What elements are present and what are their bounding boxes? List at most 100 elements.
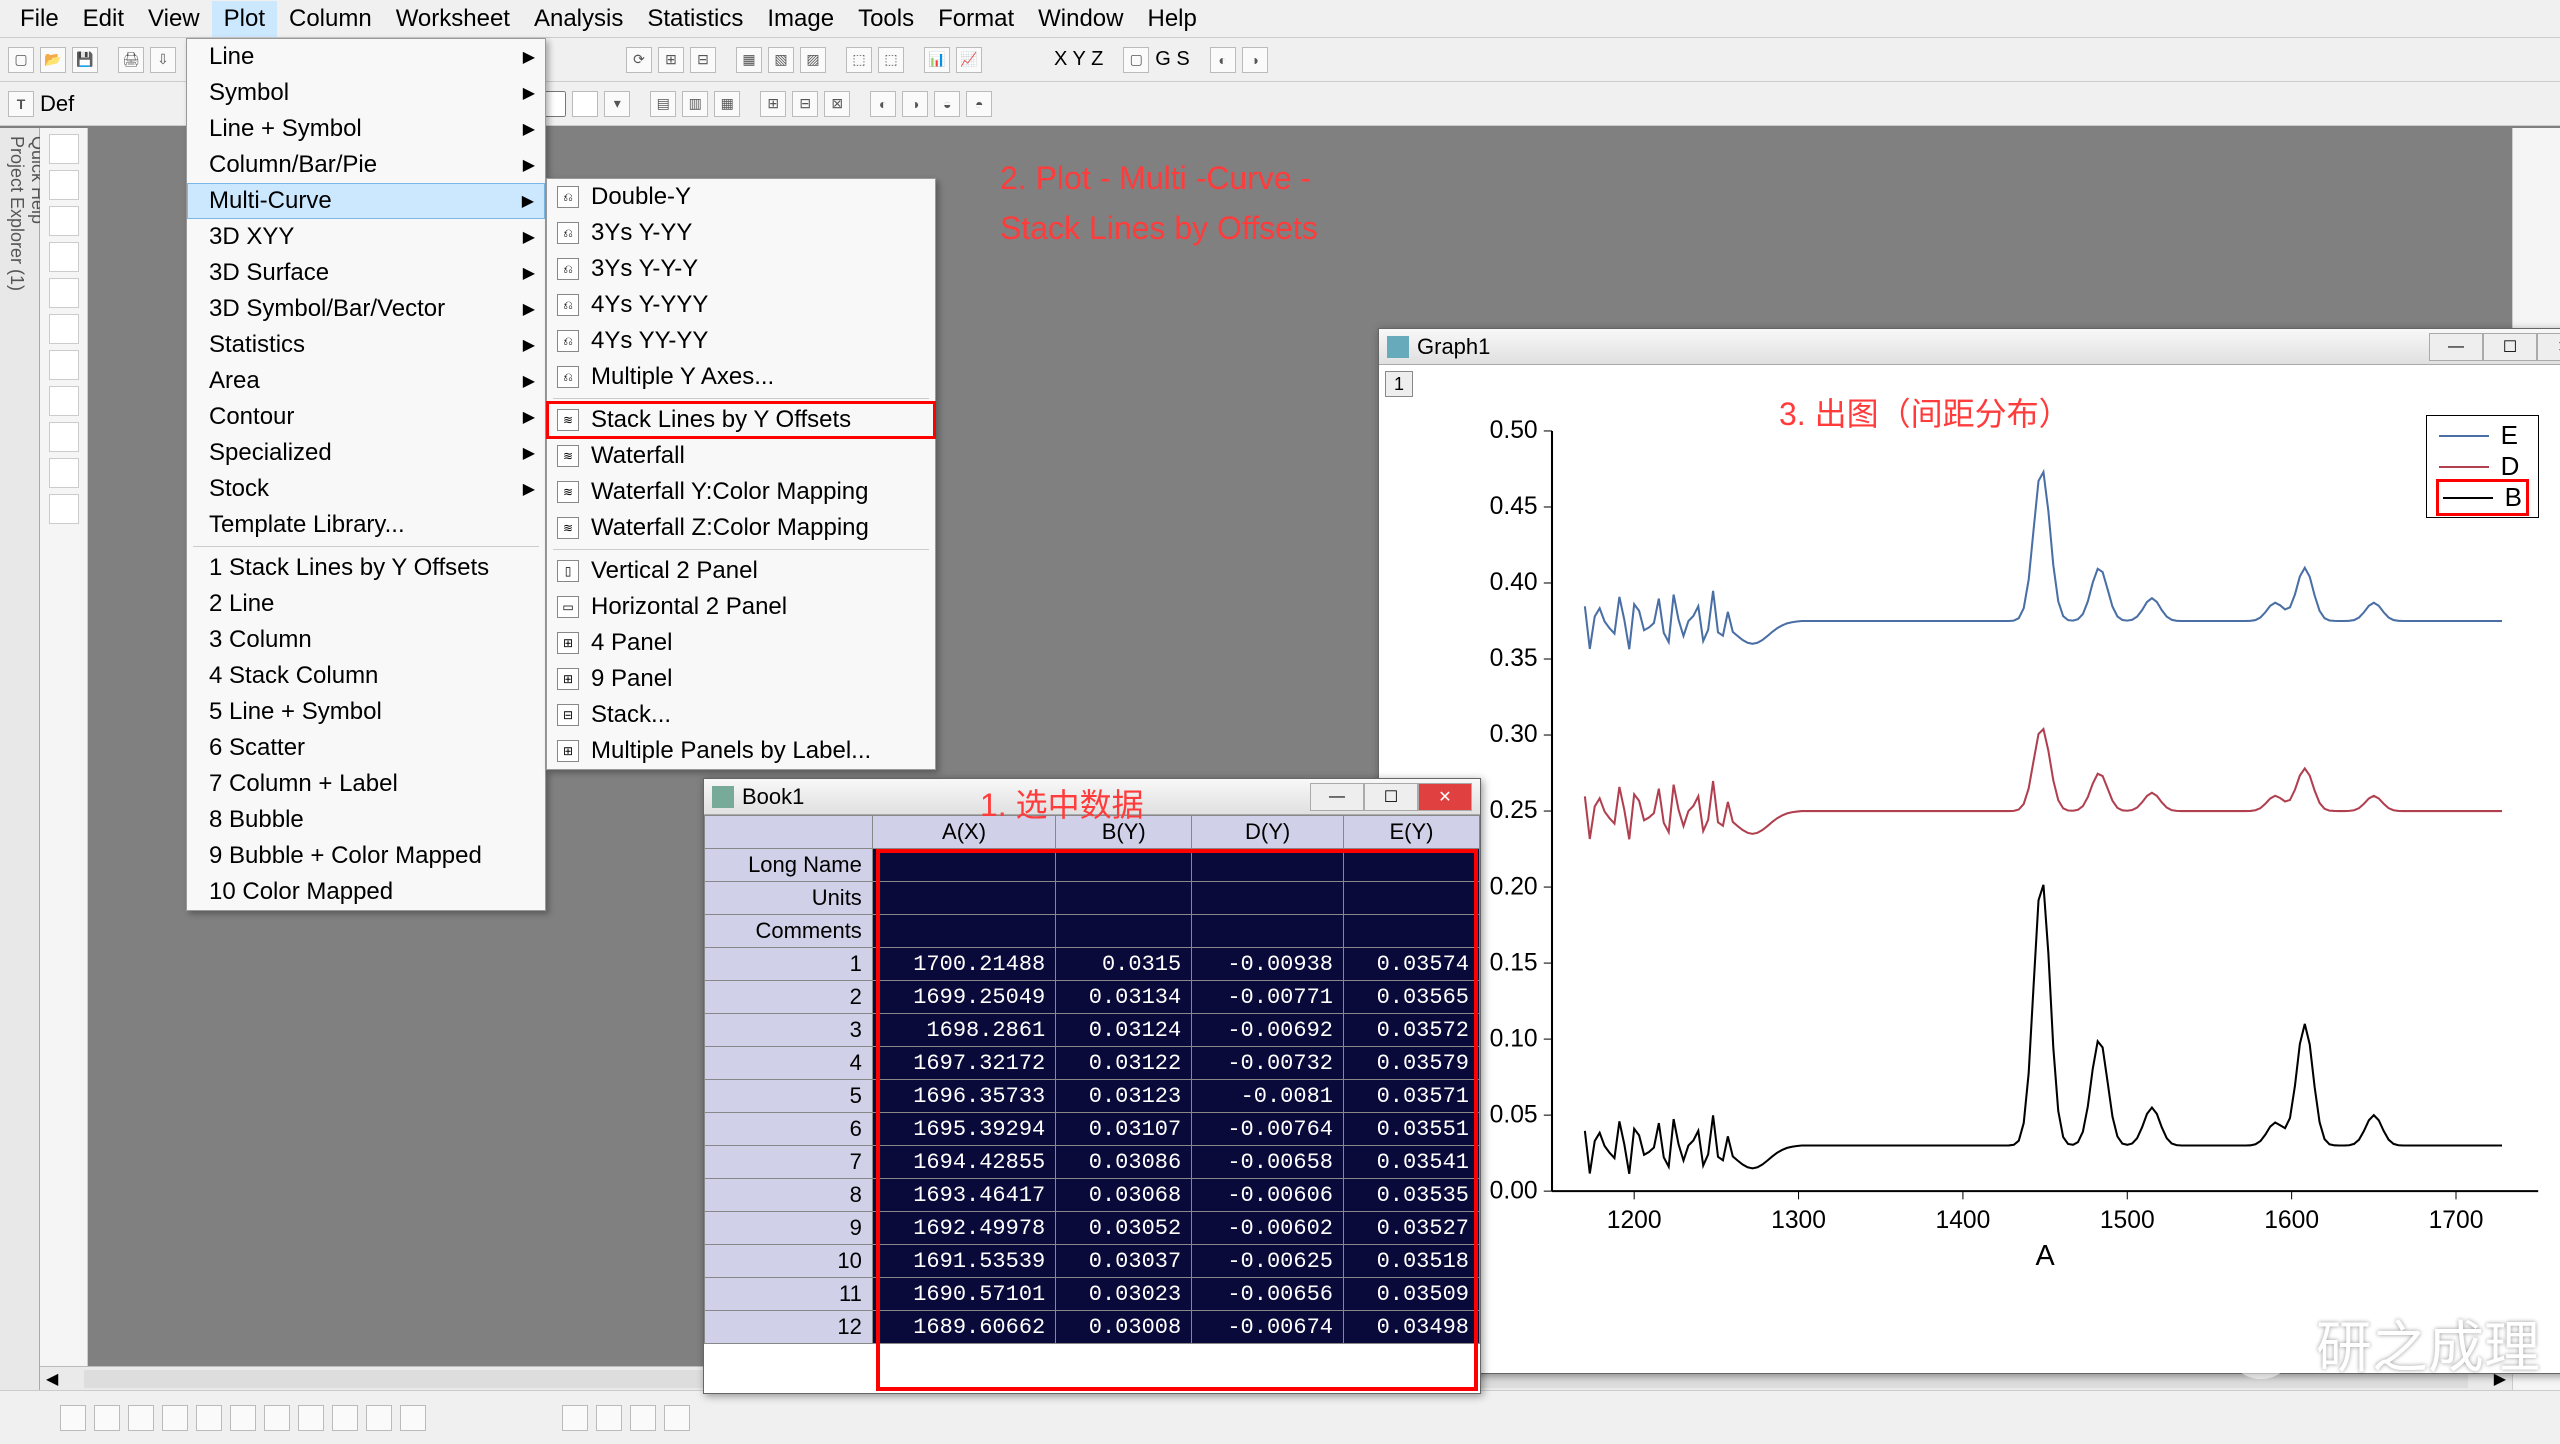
menu-column[interactable]: Column [277,1,384,37]
tool-icon[interactable]: ◑ [902,91,928,117]
minimize-button[interactable]: — [2429,333,2483,361]
cell[interactable] [872,849,1055,882]
menu-item[interactable]: Multi-Curve▶ [187,183,545,219]
row-header[interactable]: 5 [705,1080,873,1113]
cell[interactable]: 1697.32172 [872,1047,1055,1080]
row-header[interactable]: 10 [705,1245,873,1278]
reader-icon[interactable] [49,242,79,272]
menu-item[interactable]: Template Library... [187,507,545,543]
submenu-item[interactable]: ⎌4Ys YY-YY [547,323,935,359]
tool-icon[interactable]: 📈 [956,47,982,73]
cell[interactable]: 0.03107 [1056,1113,1192,1146]
menu-worksheet[interactable]: Worksheet [384,1,522,37]
layer-button[interactable]: 1 [1385,371,1413,397]
row-header[interactable]: 7 [705,1146,873,1179]
align-icon[interactable]: ▦ [714,91,740,117]
graph-window[interactable]: Graph1 — ☐ ✕ 1 3. 出图（间距分布） 0.000.050.100… [1378,328,2560,1374]
cell[interactable] [1343,849,1479,882]
cell[interactable]: 1699.25049 [872,981,1055,1014]
cell[interactable]: -0.00656 [1192,1278,1344,1311]
plot-menu[interactable]: Line▶Symbol▶Line + Symbol▶Column/Bar/Pie… [186,38,546,911]
cell[interactable] [1192,849,1344,882]
tool-icon[interactable] [49,494,79,524]
tool-icon[interactable] [196,1405,222,1431]
menu-item[interactable]: Line▶ [187,39,545,75]
tool-icon[interactable] [664,1405,690,1431]
menu-edit[interactable]: Edit [71,1,136,37]
cell[interactable] [872,882,1055,915]
menu-item[interactable]: 7 Column + Label [187,766,545,802]
menu-analysis[interactable]: Analysis [522,1,635,37]
tool-icon[interactable]: ⊟ [690,47,716,73]
cell[interactable]: 0.03008 [1056,1311,1192,1344]
cell[interactable]: 1694.42855 [872,1146,1055,1179]
tool-icon[interactable] [298,1405,324,1431]
row-header[interactable]: 8 [705,1179,873,1212]
menu-help[interactable]: Help [1135,1,1208,37]
print-icon[interactable]: 🖨 [118,47,144,73]
menu-window[interactable]: Window [1026,1,1135,37]
submenu-item[interactable]: ⎌Multiple Y Axes... [547,359,935,395]
scroll-left-icon[interactable]: ◀ [40,1369,64,1389]
row-header[interactable]: 6 [705,1113,873,1146]
cell[interactable]: 1696.35733 [872,1080,1055,1113]
row-header[interactable]: 3 [705,1014,873,1047]
text-icon[interactable] [49,278,79,308]
tool-icon[interactable]: 📊 [924,47,950,73]
draw-icon[interactable] [49,314,79,344]
tool-icon[interactable] [596,1405,622,1431]
menu-item[interactable]: Contour▶ [187,399,545,435]
cell[interactable]: 0.03518 [1343,1245,1479,1278]
menu-item[interactable]: 9 Bubble + Color Mapped [187,838,545,874]
save-icon[interactable]: 💾 [72,47,98,73]
cell[interactable]: 1695.39294 [872,1113,1055,1146]
submenu-item[interactable]: ⊞Multiple Panels by Label... [547,733,935,769]
tool-icon[interactable]: ⟳ [626,47,652,73]
cell[interactable]: 0.03565 [1343,981,1479,1014]
cell[interactable]: 0.03541 [1343,1146,1479,1179]
pointer-icon[interactable] [49,134,79,164]
submenu-item[interactable]: ≋Waterfall [547,438,935,474]
cell[interactable]: -0.00606 [1192,1179,1344,1212]
tool-icon[interactable]: ▧ [768,47,794,73]
graph-titlebar[interactable]: Graph1 — ☐ ✕ [1379,329,2560,365]
menu-item[interactable]: 3D Symbol/Bar/Vector▶ [187,291,545,327]
cell[interactable] [1192,882,1344,915]
align-icon[interactable]: ▤ [650,91,676,117]
submenu-item[interactable]: ⊟Stack... [547,697,935,733]
tool-icon[interactable]: ⊞ [658,47,684,73]
maximize-button[interactable]: ☐ [1364,783,1418,811]
menu-item[interactable]: 2 Line [187,586,545,622]
cell[interactable]: 0.03123 [1056,1080,1192,1113]
cell[interactable]: 0.03023 [1056,1278,1192,1311]
submenu-item[interactable]: ⎌3Ys Y-YY [547,215,935,251]
cell[interactable]: 0.03498 [1343,1311,1479,1344]
menu-item[interactable]: Symbol▶ [187,75,545,111]
legend-item[interactable]: B [2439,482,2526,513]
submenu-item[interactable]: ⎌4Ys Y-YYY [547,287,935,323]
row-header[interactable]: 11 [705,1278,873,1311]
cell[interactable]: 0.03068 [1056,1179,1192,1212]
submenu-item[interactable]: ≋Waterfall Z:Color Mapping [547,510,935,546]
row-header[interactable]: 12 [705,1311,873,1344]
cell[interactable]: 0.03509 [1343,1278,1479,1311]
cell[interactable]: 0.03134 [1056,981,1192,1014]
plot-bar-icon[interactable] [128,1405,154,1431]
tool-icon[interactable]: ◐ [1210,47,1236,73]
cell[interactable]: 1693.46417 [872,1179,1055,1212]
submenu-item[interactable]: ⊞9 Panel [547,661,935,697]
cell[interactable]: -0.00732 [1192,1047,1344,1080]
cell[interactable]: 0.03086 [1056,1146,1192,1179]
multi-curve-submenu[interactable]: ⎌Double-Y⎌3Ys Y-YY⎌3Ys Y-Y-Y⎌4Ys Y-YYY⎌4… [546,178,936,770]
tool-icon[interactable]: ⊞ [760,91,786,117]
tool-icon[interactable] [49,458,79,488]
tool-icon[interactable]: ◓ [966,91,992,117]
menu-item[interactable]: 10 Color Mapped [187,874,545,910]
row-header[interactable]: 1 [705,948,873,981]
menu-image[interactable]: Image [755,1,846,37]
submenu-item[interactable]: ⊞4 Panel [547,625,935,661]
legend-item[interactable]: E [2439,420,2526,451]
col-header[interactable]: E(Y) [1343,816,1479,849]
menu-format[interactable]: Format [926,1,1026,37]
menu-tools[interactable]: Tools [846,1,926,37]
